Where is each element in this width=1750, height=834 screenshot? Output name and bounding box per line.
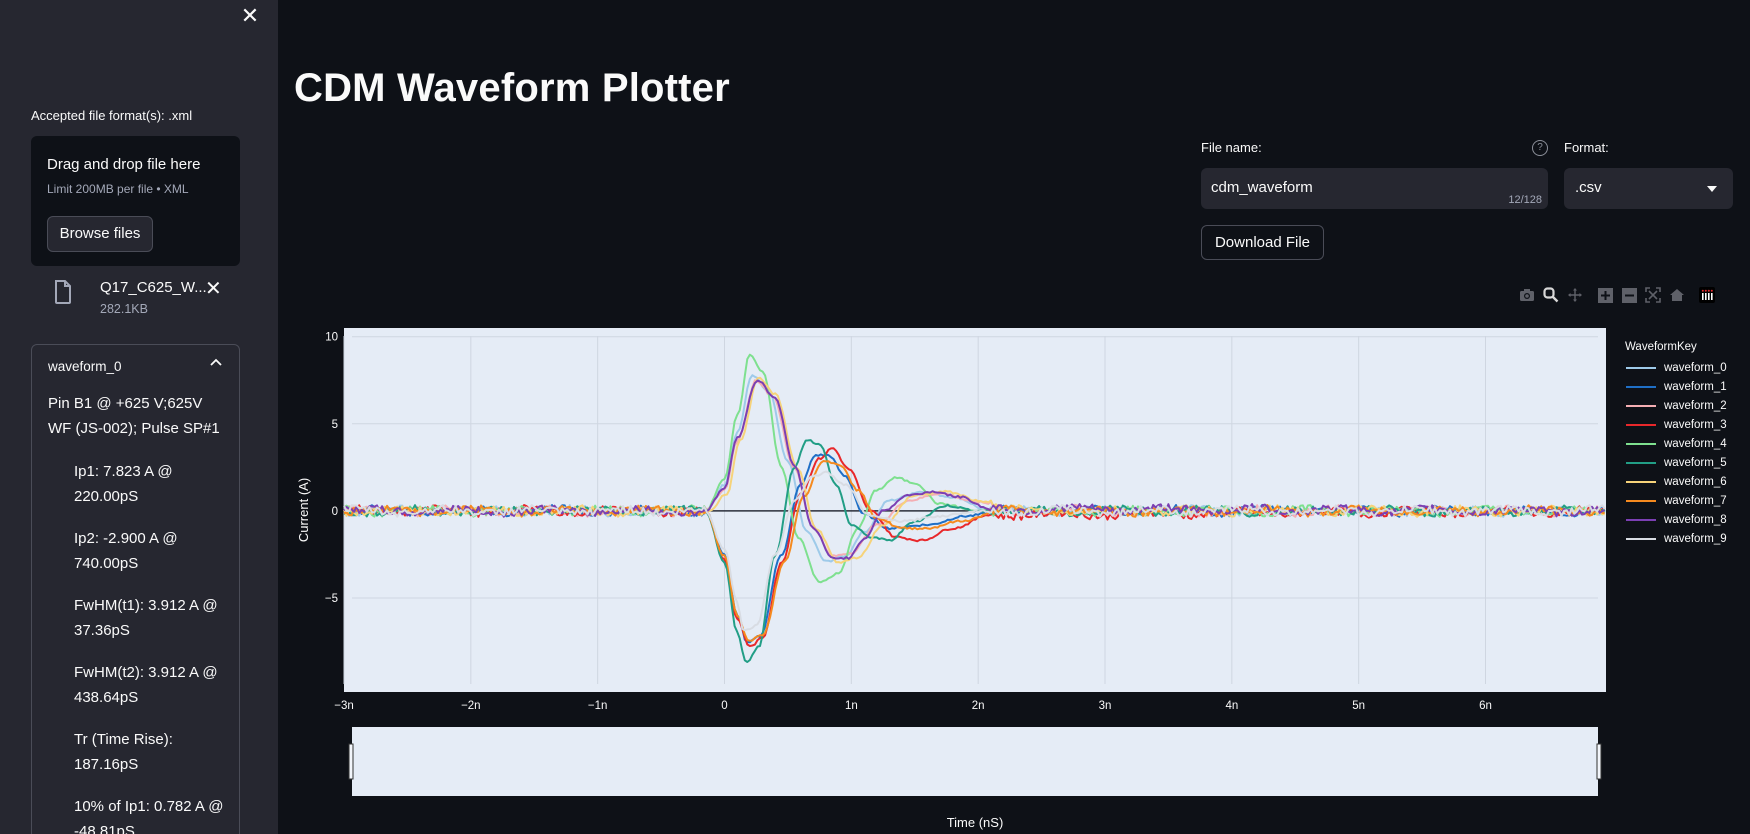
legend-item-waveform-5[interactable]: waveform_5 <box>1626 453 1727 472</box>
x-tick-label: 1n <box>845 700 858 712</box>
range-slider-handle-left[interactable] <box>348 743 354 780</box>
legend-item-waveform-4[interactable]: waveform_4 <box>1626 434 1727 453</box>
legend-label: waveform_4 <box>1664 437 1727 450</box>
legend-swatch <box>1626 518 1656 521</box>
x-axis-title: Time (nS) <box>947 815 1004 830</box>
legend-item-waveform-2[interactable]: waveform_2 <box>1626 396 1727 415</box>
legend: waveform_0 waveform_1 waveform_2 waveform_3… <box>1626 358 1727 548</box>
y-tick-label: 10 <box>325 332 338 344</box>
legend-item-waveform-8[interactable]: waveform_8 <box>1626 510 1727 529</box>
range-slider-handle-right[interactable] <box>1596 743 1602 780</box>
x-tick-label: 6n <box>1479 700 1492 712</box>
legend-item-waveform-1[interactable]: waveform_1 <box>1626 377 1727 396</box>
legend-swatch <box>1626 385 1656 388</box>
x-tick-label: 5n <box>1352 700 1365 712</box>
legend-item-waveform-3[interactable]: waveform_3 <box>1626 415 1727 434</box>
x-tick-label: 4n <box>1225 700 1238 712</box>
x-tick-label: 0 <box>721 700 727 712</box>
legend-item-waveform-9[interactable]: waveform_9 <box>1626 529 1727 548</box>
legend-label: waveform_7 <box>1664 494 1727 507</box>
y-tick-label: 5 <box>332 419 338 431</box>
legend-swatch <box>1626 480 1656 483</box>
x-tick-label: −2n <box>461 700 481 712</box>
legend-swatch <box>1626 461 1656 464</box>
x-tick-label: −3n <box>334 700 354 712</box>
legend-swatch <box>1626 537 1656 540</box>
range-slider[interactable] <box>352 727 1598 796</box>
legend-swatch <box>1626 366 1656 369</box>
x-tick-label: 2n <box>972 700 985 712</box>
y-tick-label: 0 <box>332 506 338 518</box>
legend-title: WaveformKey <box>1625 341 1697 353</box>
legend-swatch <box>1626 404 1656 407</box>
waveform-chart[interactable]: −3n −2n −1n 0 1n 2n 3n 4n 5n 6n −5 0 5 10 Current (A)… <box>0 0 1750 834</box>
legend-label: waveform_2 <box>1664 399 1727 412</box>
legend-swatch <box>1626 499 1656 502</box>
x-tick-label: 3n <box>1099 700 1112 712</box>
legend-label: waveform_8 <box>1664 513 1727 526</box>
legend-label: waveform_1 <box>1664 380 1727 393</box>
legend-item-waveform-7[interactable]: waveform_7 <box>1626 491 1727 510</box>
legend-swatch <box>1626 442 1656 445</box>
legend-label: waveform_9 <box>1664 532 1727 545</box>
legend-item-waveform-0[interactable]: waveform_0 <box>1626 358 1727 377</box>
legend-label: waveform_6 <box>1664 475 1727 488</box>
legend-label: waveform_0 <box>1664 361 1727 374</box>
legend-item-waveform-6[interactable]: waveform_6 <box>1626 472 1727 491</box>
x-tick-label: −1n <box>588 700 608 712</box>
y-tick-label: −5 <box>325 593 338 605</box>
legend-label: waveform_3 <box>1664 418 1727 431</box>
legend-swatch <box>1626 423 1656 426</box>
y-axis-title: Current (A) <box>296 478 311 542</box>
legend-label: waveform_5 <box>1664 456 1727 469</box>
